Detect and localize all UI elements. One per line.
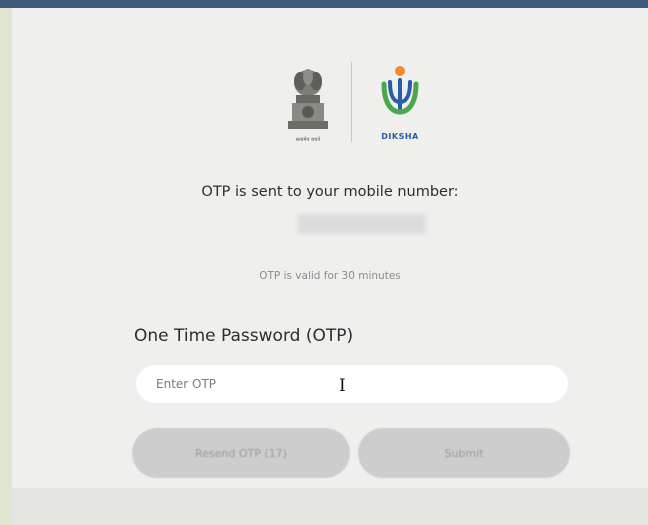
diksha-logo-icon: DIKSHA [370,62,430,144]
logo-group: सत्यमेव जयते DIKSHA [280,58,440,148]
national-emblem-icon: सत्यमेव जयते [280,63,336,143]
otp-input[interactable] [136,365,568,403]
diksha-wordmark: DIKSHA [381,132,419,141]
logo-divider [351,62,352,142]
submit-button[interactable]: Submit [358,428,570,478]
otp-sent-message: OTP is sent to your mobile number: [201,184,459,200]
otp-card: सत्यमेव जयते DIKSHA OTP is sent to your … [12,8,648,525]
text-cursor-icon: I [339,376,346,396]
emblem-caption: सत्यमेव जयते [295,137,321,143]
browser-top-bar [0,0,648,8]
masked-mobile-number [298,214,426,234]
resend-otp-button[interactable]: Resend OTP (17) [132,428,350,478]
card-footer-band [12,488,648,525]
left-frame-strip [0,8,12,525]
otp-field-label: One Time Password (OTP) [134,326,354,346]
otp-validity-message: OTP is valid for 30 minutes [259,270,401,282]
